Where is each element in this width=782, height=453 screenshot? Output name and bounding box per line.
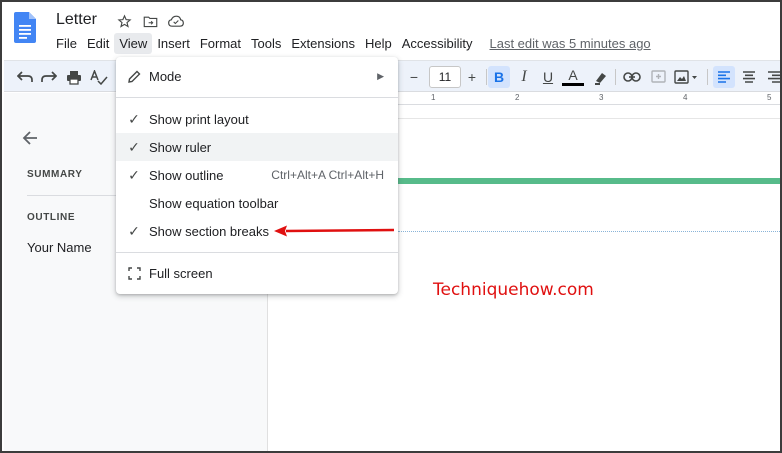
print-icon[interactable] [63,66,85,88]
docs-logo-icon[interactable] [14,12,36,43]
bold-button[interactable]: B [488,66,510,88]
view-menu-dropdown: Mode ▶ ✓ Show print layout ✓ Show ruler … [116,57,398,294]
menu-edit[interactable]: Edit [82,33,114,54]
text-color-button[interactable]: A [562,66,584,86]
check-icon: ✓ [128,110,140,127]
toolbar-divider [615,69,616,85]
increase-font-size-button[interactable]: + [461,66,483,88]
app-frame: Letter File Edit View Insert Format Tool… [0,0,782,453]
cloud-saved-icon[interactable] [166,12,186,30]
menu-item-show-ruler[interactable]: ✓ Show ruler [116,133,398,161]
align-center-icon[interactable] [738,66,760,88]
menu-accessibility[interactable]: Accessibility [397,33,478,54]
menu-item-label: Show ruler [149,139,212,155]
keyboard-shortcut: Ctrl+Alt+A Ctrl+Alt+H [271,168,384,182]
insert-link-icon[interactable] [621,66,643,88]
add-comment-icon[interactable] [647,66,669,88]
redo-icon[interactable] [38,66,60,88]
menu-item-label: Show print layout [149,111,249,127]
menu-item-show-equation-toolbar[interactable]: Show equation toolbar [116,189,398,217]
pencil-icon [126,68,142,84]
menu-bar: File Edit View Insert Format Tools Exten… [51,33,656,54]
spellcheck-icon[interactable] [88,66,110,88]
menu-file[interactable]: File [51,33,82,54]
outline-item-your-name[interactable]: Your Name [27,240,92,255]
summary-heading: SUMMARY [27,169,83,180]
menu-help[interactable]: Help [360,33,397,54]
align-left-icon[interactable] [713,66,735,88]
menu-separator [116,97,398,98]
menu-tools[interactable]: Tools [246,33,286,54]
menu-item-label: Show outline [149,167,224,183]
align-right-icon[interactable] [763,66,780,88]
last-edit-link[interactable]: Last edit was 5 minutes ago [485,33,656,54]
ruler-label: 3 [599,93,604,102]
ruler-label: 4 [683,93,688,102]
title-icons [114,12,186,30]
check-icon: ✓ [128,138,140,155]
menu-separator [116,252,398,253]
toolbar-divider [486,69,487,85]
back-arrow-icon[interactable] [22,129,38,152]
check-icon: ✓ [128,166,140,183]
annotation-arrow-icon [274,225,395,237]
horizontal-ruler[interactable]: 1 2 3 4 5 [398,93,780,105]
underline-button[interactable]: U [537,66,559,88]
undo-icon[interactable] [14,66,36,88]
menu-item-label: Mode [149,68,182,84]
highlight-color-icon[interactable] [589,66,611,88]
header-accent-bar [398,178,780,184]
decrease-font-size-button[interactable]: − [403,66,425,88]
outline-heading: OUTLINE [27,212,76,223]
panel-divider [27,195,127,196]
doc-title[interactable]: Letter [56,11,97,29]
move-folder-icon[interactable] [140,12,160,30]
menu-format[interactable]: Format [195,33,246,54]
font-size-input[interactable]: 11 [429,66,461,88]
menu-item-full-screen[interactable]: Full screen [116,259,398,287]
check-icon: ✓ [128,222,140,239]
menu-insert[interactable]: Insert [152,33,195,54]
ruler-label: 5 [767,93,772,102]
section-break-line [398,231,780,232]
menu-item-label: Full screen [149,265,213,281]
menu-item-show-print-layout[interactable]: ✓ Show print layout [116,105,398,133]
submenu-arrow-icon: ▶ [377,70,384,81]
italic-button[interactable]: I [513,66,535,88]
menu-item-mode[interactable]: Mode ▶ [116,62,398,90]
menu-item-show-outline[interactable]: ✓ Show outline Ctrl+Alt+A Ctrl+Alt+H [116,161,398,189]
menu-item-label: Show equation toolbar [149,195,279,211]
watermark-text: Techniquehow.com [433,280,594,300]
ruler-label: 2 [515,93,520,102]
star-icon[interactable] [114,12,134,30]
insert-image-icon[interactable] [672,66,700,88]
menu-item-label: Show section breaks [149,223,269,239]
ruler-label: 1 [431,93,436,102]
toolbar-divider [707,69,708,85]
fullscreen-icon [126,265,142,281]
menu-view[interactable]: View [114,33,153,54]
menu-extensions[interactable]: Extensions [286,33,360,54]
